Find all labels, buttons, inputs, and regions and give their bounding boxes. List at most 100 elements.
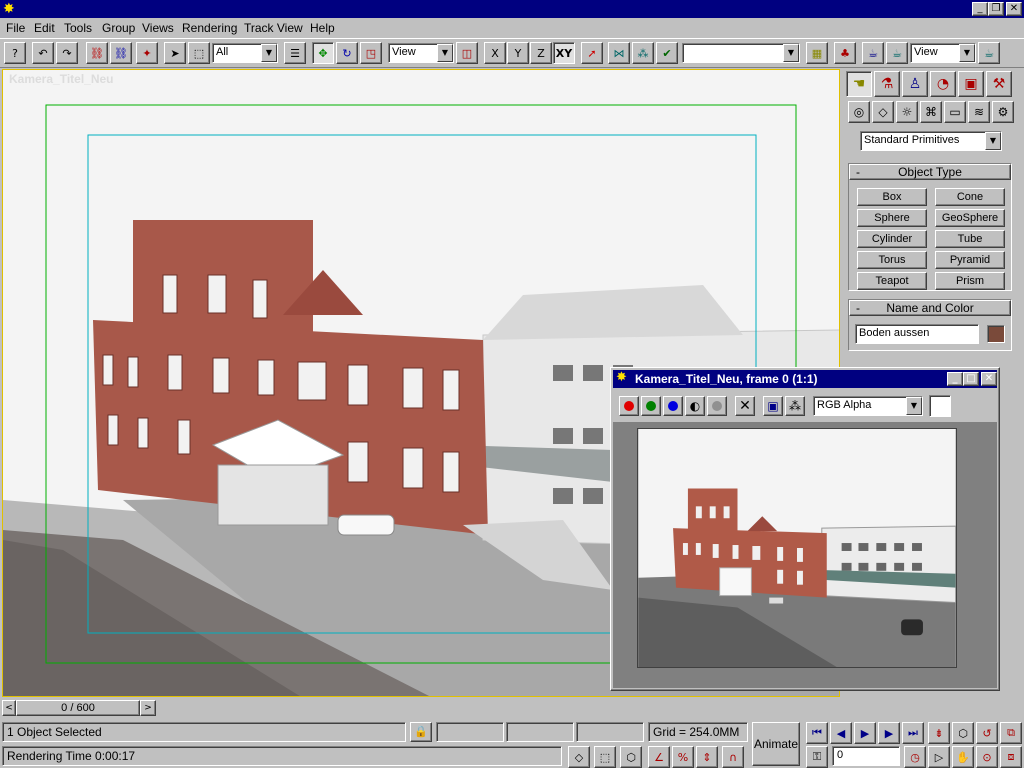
percent-snap-icon[interactable]: % bbox=[672, 746, 694, 768]
zoom-extents-all-icon[interactable]: ⧉ bbox=[1000, 722, 1022, 744]
select-and-move-icon[interactable]: ✥ bbox=[312, 42, 334, 64]
redo-icon[interactable]: ↷ bbox=[56, 42, 78, 64]
channel-green-button[interactable] bbox=[641, 396, 661, 416]
schematic-view-icon[interactable]: ♣ bbox=[834, 42, 856, 64]
menu-views[interactable]: Views bbox=[142, 21, 174, 35]
render-minimize-button[interactable]: _ bbox=[947, 372, 963, 386]
minimize-button[interactable]: _ bbox=[972, 2, 988, 16]
object-type-header[interactable]: - Object Type bbox=[849, 164, 1011, 180]
systems-category-icon[interactable]: ⚙ bbox=[992, 101, 1014, 123]
object-name-field[interactable]: Boden aussen bbox=[855, 324, 979, 344]
angle-snap-icon[interactable]: ∠ bbox=[648, 746, 670, 768]
render-last-icon[interactable]: ☕ bbox=[978, 42, 1000, 64]
torus-button[interactable]: Torus bbox=[857, 251, 927, 269]
teapot-button[interactable]: Teapot bbox=[857, 272, 927, 290]
previous-frame-icon[interactable]: ◀ bbox=[830, 722, 852, 744]
render-window-title-bar[interactable]: ✸ Kamera_Titel_Neu, frame 0 (1:1) _ □ ✕ bbox=[613, 370, 997, 388]
current-frame-field[interactable]: 0 bbox=[832, 746, 900, 766]
close-button[interactable]: ✕ bbox=[1006, 2, 1022, 16]
go-to-end-icon[interactable]: ⏭ bbox=[902, 722, 924, 744]
help-pointer-icon[interactable]: ? bbox=[4, 42, 26, 64]
axis-z-button[interactable]: Z bbox=[530, 42, 552, 64]
display-panel-tab[interactable]: ▣ bbox=[958, 71, 984, 97]
menu-edit[interactable]: Edit bbox=[34, 21, 55, 35]
clear-button[interactable]: ✕ bbox=[735, 396, 755, 416]
category-dropdown[interactable]: Standard Primitives ▼ bbox=[860, 131, 1002, 151]
geosphere-button[interactable]: GeoSphere bbox=[935, 209, 1005, 227]
channel-blue-button[interactable] bbox=[663, 396, 683, 416]
magnet-icon[interactable]: ∩ bbox=[722, 746, 744, 768]
selection-lock-icon[interactable]: 🔒 bbox=[410, 722, 432, 742]
reference-coord-dropdown[interactable]: View ▼ bbox=[388, 43, 454, 63]
3dsmax-logo-icon[interactable]: ✸ bbox=[3, 1, 15, 17]
render-scene-icon[interactable]: ☕ bbox=[862, 42, 884, 64]
dolly-camera-icon[interactable]: ⇟ bbox=[928, 722, 950, 744]
menu-track-view[interactable]: Track View bbox=[244, 21, 303, 35]
clone-window-icon[interactable]: ⁂ bbox=[785, 396, 805, 416]
render-maximize-button[interactable]: □ bbox=[963, 372, 979, 386]
pan-hand-icon[interactable]: ✋ bbox=[952, 746, 974, 768]
axis-y-button[interactable]: Y bbox=[507, 42, 529, 64]
time-slider-right-arrow[interactable]: > bbox=[140, 700, 156, 716]
helpers-category-icon[interactable]: ▭ bbox=[944, 101, 966, 123]
shapes-category-icon[interactable]: ◇ bbox=[872, 101, 894, 123]
tube-button[interactable]: Tube bbox=[935, 230, 1005, 248]
render-type-dropdown[interactable]: View ▼ bbox=[910, 43, 976, 63]
sphere-button[interactable]: Sphere bbox=[857, 209, 927, 227]
array-icon[interactable]: ⁂ bbox=[632, 42, 654, 64]
render-close-button[interactable]: ✕ bbox=[981, 372, 997, 386]
perspective-icon[interactable]: ⬡ bbox=[952, 722, 974, 744]
region-select-icon[interactable]: ⬚ bbox=[188, 42, 210, 64]
bind-space-warp-icon[interactable]: ✦ bbox=[136, 42, 158, 64]
modify-panel-tab[interactable]: ⚗ bbox=[874, 71, 900, 97]
unlink-icon[interactable]: ⛓ bbox=[110, 42, 132, 64]
menu-rendering[interactable]: Rendering bbox=[182, 21, 237, 35]
mirror-icon[interactable]: ⋈ bbox=[608, 42, 630, 64]
min-max-toggle-icon[interactable]: ⧈ bbox=[1000, 746, 1022, 768]
restore-button[interactable]: ❐ bbox=[988, 2, 1004, 16]
motion-panel-tab[interactable]: ◔ bbox=[930, 71, 956, 97]
select-and-link-icon[interactable]: ⛓ bbox=[86, 42, 108, 64]
axis-x-button[interactable]: X bbox=[484, 42, 506, 64]
space-warps-category-icon[interactable]: ≋ bbox=[968, 101, 990, 123]
track-view-icon[interactable]: ▦ bbox=[806, 42, 828, 64]
quick-render-icon[interactable]: ☕ bbox=[886, 42, 908, 64]
menu-help[interactable]: Help bbox=[310, 21, 335, 35]
object-color-swatch[interactable] bbox=[987, 325, 1005, 343]
create-panel-tab[interactable]: ☚ bbox=[846, 71, 872, 97]
menu-tools[interactable]: Tools bbox=[64, 21, 92, 35]
monochrome-button[interactable] bbox=[707, 396, 727, 416]
snap-toggle-icon[interactable]: ⬡ bbox=[620, 746, 642, 768]
select-and-scale-icon[interactable]: ◳ bbox=[360, 42, 382, 64]
box-button[interactable]: Box bbox=[857, 188, 927, 206]
channel-dropdown[interactable]: RGB Alpha ▼ bbox=[813, 396, 923, 416]
field-of-view-icon[interactable]: ▷ bbox=[928, 746, 950, 768]
pivot-center-icon[interactable]: ◫ bbox=[456, 42, 478, 64]
save-bitmap-icon[interactable]: ▣ bbox=[763, 396, 783, 416]
select-by-name-icon[interactable]: ☰ bbox=[284, 42, 306, 64]
hierarchy-panel-tab[interactable]: ♙ bbox=[902, 71, 928, 97]
rendered-image[interactable] bbox=[637, 428, 957, 668]
animate-button[interactable]: Animate bbox=[752, 722, 800, 766]
utilities-panel-tab[interactable]: ⚒ bbox=[986, 71, 1012, 97]
channel-red-button[interactable] bbox=[619, 396, 639, 416]
undo-icon[interactable]: ↶ bbox=[32, 42, 54, 64]
channel-alpha-button[interactable]: ◐ bbox=[685, 396, 705, 416]
axis-xy-button[interactable]: XY bbox=[553, 42, 575, 64]
viewport-label[interactable]: Kamera_Titel_Neu bbox=[9, 72, 114, 86]
select-and-rotate-icon[interactable]: ↻ bbox=[336, 42, 358, 64]
prism-button[interactable]: Prism bbox=[935, 272, 1005, 290]
geometry-category-icon[interactable]: ◎ bbox=[848, 101, 870, 123]
time-slider-thumb[interactable]: 0 / 600 bbox=[16, 700, 140, 716]
pyramid-button[interactable]: Pyramid bbox=[935, 251, 1005, 269]
go-to-start-icon[interactable]: ⏮ bbox=[806, 722, 828, 744]
menu-file[interactable]: File bbox=[6, 21, 25, 35]
align-icon[interactable]: ✔ bbox=[656, 42, 678, 64]
menu-group[interactable]: Group bbox=[102, 21, 135, 35]
coord-y-field[interactable] bbox=[506, 722, 574, 742]
key-mode-icon[interactable]: ⚿ bbox=[806, 746, 828, 768]
color-swatch[interactable] bbox=[929, 395, 951, 417]
degradation-override-icon[interactable]: ◇ bbox=[568, 746, 590, 768]
time-configuration-icon[interactable]: ◷ bbox=[904, 746, 926, 768]
select-object-icon[interactable]: ➤ bbox=[164, 42, 186, 64]
